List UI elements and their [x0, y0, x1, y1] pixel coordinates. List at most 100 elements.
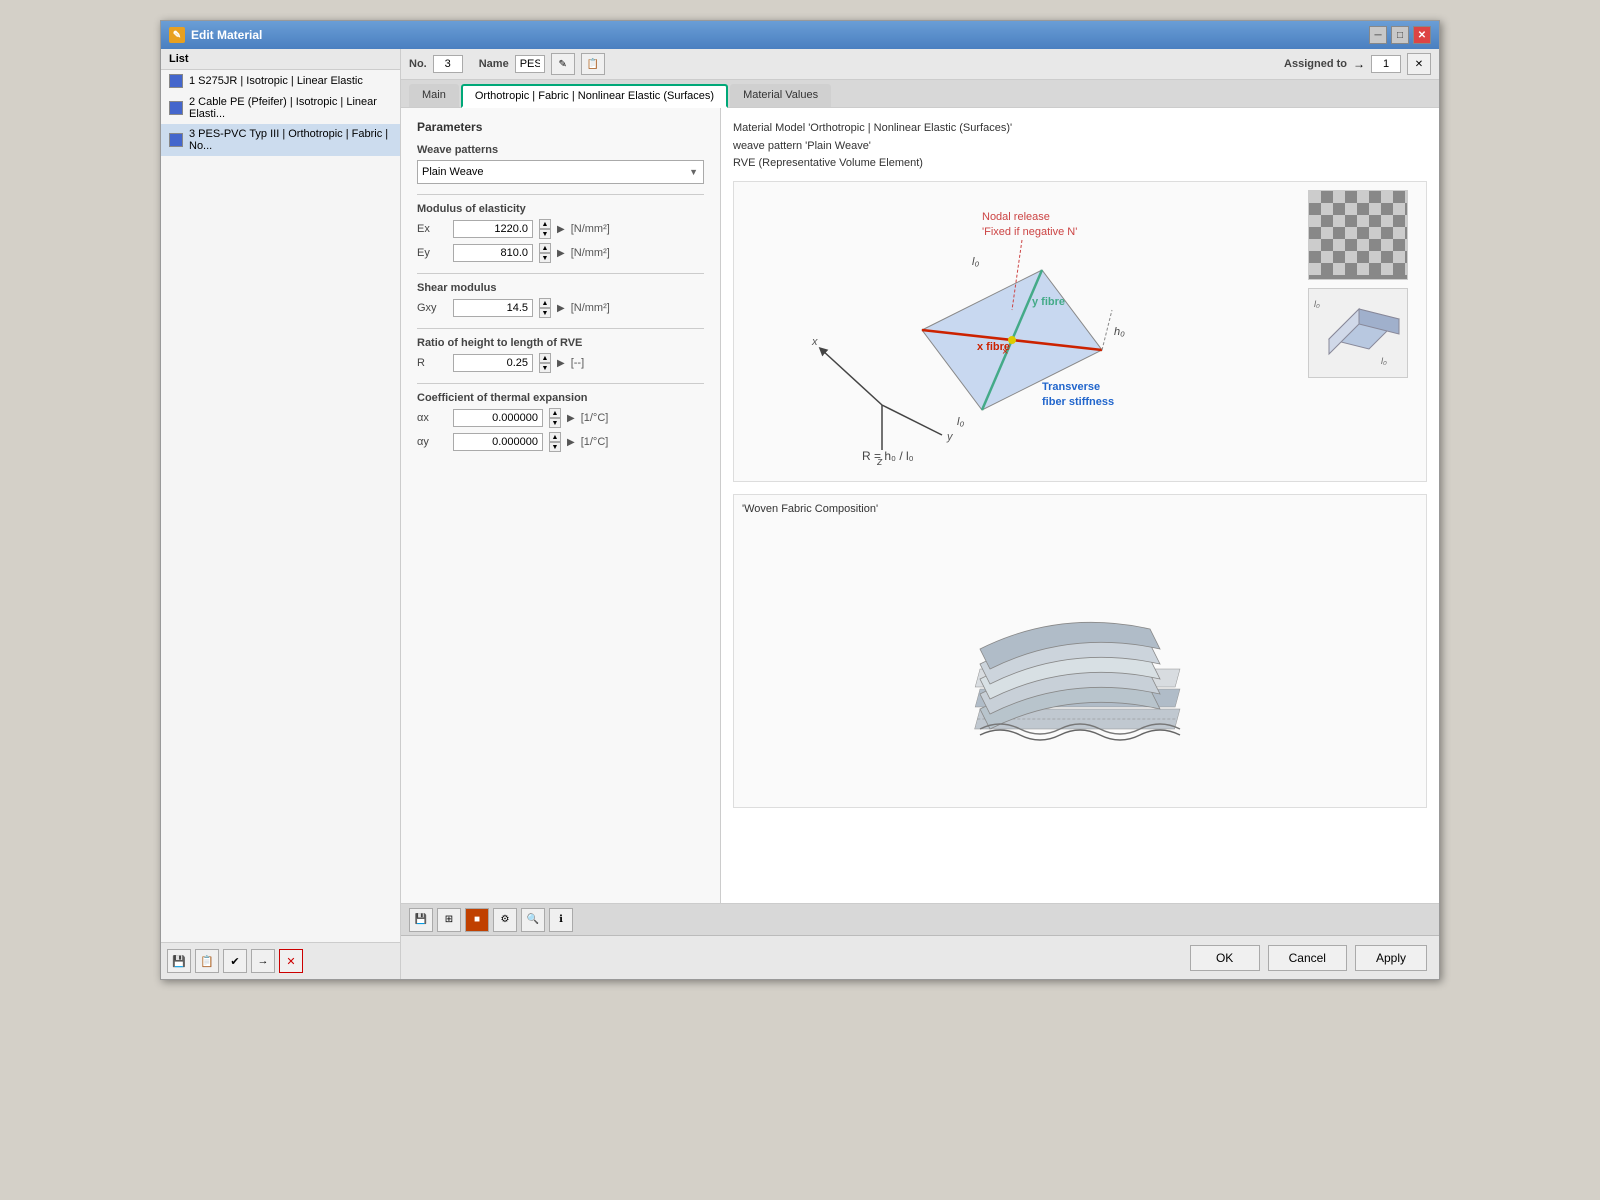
svg-text:x: x [811, 336, 818, 348]
params-title: Parameters [417, 120, 704, 134]
tool-search[interactable]: 🔍 [521, 908, 545, 932]
ay-input[interactable] [453, 433, 543, 451]
window-icon: ✎ [169, 27, 185, 43]
assigned-action-button[interactable]: ✕ [1407, 53, 1431, 75]
ey-down[interactable]: ▼ [539, 253, 551, 263]
sidebar-header: List [161, 49, 400, 70]
r-down[interactable]: ▼ [539, 363, 551, 373]
model-line2: weave pattern 'Plain Weave' [733, 138, 1427, 156]
ok-button[interactable]: OK [1190, 945, 1260, 971]
shear-section: Shear modulus Gxy ▲ ▼ ▶ [N/mm²] [417, 282, 704, 318]
minimize-button[interactable]: ─ [1369, 26, 1387, 44]
ey-up[interactable]: ▲ [539, 243, 551, 253]
top-bar: No. 3 Name ✎ 📋 Assigned to → ✕ [401, 49, 1439, 80]
title-controls: ─ □ ✕ [1369, 26, 1431, 44]
woven-img-area [742, 519, 1418, 799]
cancel-button[interactable]: Cancel [1268, 945, 1347, 971]
maximize-button[interactable]: □ [1391, 26, 1409, 44]
svg-text:l₀: l₀ [1314, 299, 1320, 309]
gxy-row: Gxy ▲ ▼ ▶ [N/mm²] [417, 298, 704, 318]
assigned-arrow: → [1353, 57, 1365, 71]
apply-button[interactable]: Apply [1355, 945, 1427, 971]
arrow-button[interactable]: → [251, 949, 275, 973]
check-button[interactable]: ✔ [223, 949, 247, 973]
assigned-input[interactable] [1371, 55, 1401, 73]
diagram-panel: Material Model 'Orthotropic | Nonlinear … [721, 108, 1439, 903]
svg-text:l₀: l₀ [957, 416, 964, 428]
sidebar-tools: 💾 📋 ✔ → ✕ [161, 942, 400, 979]
svg-text:h₀: h₀ [1114, 326, 1125, 338]
model-description: Material Model 'Orthotropic | Nonlinear … [733, 120, 1427, 173]
r-up[interactable]: ▲ [539, 353, 551, 363]
r-input[interactable] [453, 354, 533, 372]
gxy-down[interactable]: ▼ [539, 308, 551, 318]
tabs: Main Orthotropic | Fabric | Nonlinear El… [401, 80, 1439, 108]
no-input[interactable]: 3 [433, 55, 463, 73]
gxy-spinner: ▲ ▼ [539, 298, 551, 318]
woven-title: 'Woven Fabric Composition' [742, 503, 1418, 515]
item-color-1 [169, 74, 183, 88]
r-label: R [417, 357, 447, 369]
ex-input[interactable] [453, 220, 533, 238]
ey-input[interactable] [453, 244, 533, 262]
svg-text:'Fixed if negative N': 'Fixed if negative N' [982, 226, 1077, 238]
bottom-tools: 💾 ⊞ ■ ⚙ 🔍 ℹ [409, 908, 573, 932]
delete-material-button[interactable]: ✕ [279, 949, 303, 973]
ax-down[interactable]: ▼ [549, 418, 561, 428]
weave-select-wrapper: Plain Weave Twill Weave Satin Weave [417, 160, 704, 184]
tab-material-values[interactable]: Material Values [730, 84, 831, 107]
tab-orthotropic[interactable]: Orthotropic | Fabric | Nonlinear Elastic… [461, 84, 728, 108]
ex-down[interactable]: ▼ [539, 229, 551, 239]
assigned-to-field: Assigned to → ✕ [1284, 53, 1431, 75]
ay-down[interactable]: ▼ [549, 442, 561, 452]
tool-info[interactable]: ℹ [549, 908, 573, 932]
ax-spinner: ▲ ▼ [549, 408, 561, 428]
tool-grid[interactable]: ⊞ [437, 908, 461, 932]
title-bar-left: ✎ Edit Material [169, 27, 262, 43]
ax-unit: [1/°C] [581, 412, 609, 424]
ax-up[interactable]: ▲ [549, 408, 561, 418]
sidebar-item-1[interactable]: 1 S275JR | Isotropic | Linear Elastic [161, 70, 400, 92]
gxy-input[interactable] [453, 299, 533, 317]
divider-4 [417, 383, 704, 384]
tool-save[interactable]: 💾 [409, 908, 433, 932]
thermal-section: Coefficient of thermal expansion αx ▲ ▼ … [417, 392, 704, 452]
r-unit: [--] [571, 357, 584, 369]
info-button[interactable]: 📋 [581, 53, 605, 75]
woven-fabric-svg [930, 529, 1230, 789]
sidebar-item-label-1: 1 S275JR | Isotropic | Linear Elastic [189, 75, 363, 87]
ex-unit: [N/mm²] [571, 223, 610, 235]
svg-text:y fibre: y fibre [1032, 296, 1065, 308]
ay-spinner: ▲ ▼ [549, 432, 561, 452]
svg-text:fiber stiffness: fiber stiffness [1042, 396, 1114, 408]
save-material-button[interactable]: 💾 [167, 949, 191, 973]
tab-main[interactable]: Main [409, 84, 459, 107]
dialog-buttons: OK Cancel Apply [401, 935, 1439, 979]
tool-color[interactable]: ■ [465, 908, 489, 932]
assigned-label: Assigned to [1284, 58, 1347, 70]
sidebar-item-2[interactable]: 2 Cable PE (Pfeifer) | Isotropic | Linea… [161, 92, 400, 124]
weave-select[interactable]: Plain Weave Twill Weave Satin Weave [417, 160, 704, 184]
name-input[interactable] [515, 55, 545, 73]
woven-composition-section: 'Woven Fabric Composition' [733, 494, 1427, 808]
divider-3 [417, 328, 704, 329]
gxy-up[interactable]: ▲ [539, 298, 551, 308]
gxy-label: Gxy [417, 302, 447, 314]
svg-text:Nodal release: Nodal release [982, 211, 1050, 223]
shear-label: Shear modulus [417, 282, 704, 294]
model-line1: Material Model 'Orthotropic | Nonlinear … [733, 120, 1427, 138]
ratio-label: Ratio of height to length of RVE [417, 337, 704, 349]
close-button[interactable]: ✕ [1413, 26, 1431, 44]
edit-name-button[interactable]: ✎ [551, 53, 575, 75]
gxy-unit: [N/mm²] [571, 302, 610, 314]
ex-up[interactable]: ▲ [539, 219, 551, 229]
sidebar-item-3[interactable]: 3 PES-PVC Typ III | Orthotropic | Fabric… [161, 124, 400, 156]
copy-material-button[interactable]: 📋 [195, 949, 219, 973]
model-line3: RVE (Representative Volume Element) [733, 155, 1427, 173]
ratio-section: Ratio of height to length of RVE R ▲ ▼ ▶… [417, 337, 704, 373]
ay-up[interactable]: ▲ [549, 432, 561, 442]
no-label: No. [409, 58, 427, 70]
ax-input[interactable] [453, 409, 543, 427]
ex-spinner: ▲ ▼ [539, 219, 551, 239]
tool-settings[interactable]: ⚙ [493, 908, 517, 932]
